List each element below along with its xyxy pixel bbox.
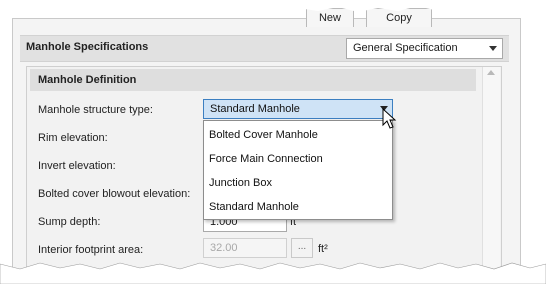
structure-type-label: Manhole structure type: [38, 104, 153, 116]
footprint-area-input: 32.00 [203, 238, 287, 258]
scroll-up-icon[interactable] [487, 70, 495, 75]
blowout-elevation-label: Bolted cover blowout elevation: [38, 188, 191, 200]
footprint-area-value: 32.00 [210, 242, 238, 254]
option-junction-box[interactable]: Junction Box [209, 177, 272, 189]
spec-section-header: Manhole Specifications General Specifica… [20, 35, 509, 62]
definition-title: Manhole Definition [38, 74, 137, 86]
vertical-scrollbar[interactable] [482, 67, 500, 272]
specification-dropdown[interactable]: General Specification [346, 38, 503, 59]
chevron-down-icon[interactable] [489, 46, 497, 51]
invert-elevation-label: Invert elevation: [38, 160, 116, 172]
sump-depth-label: Sump depth: [38, 216, 101, 228]
structure-type-selected: Standard Manhole [210, 103, 300, 115]
footprint-browse-button[interactable]: ... [291, 238, 313, 258]
option-force-main-connection[interactable]: Force Main Connection [209, 153, 323, 165]
spec-section-title: Manhole Specifications [26, 41, 149, 53]
mouse-cursor-icon [382, 108, 397, 129]
option-standard-manhole[interactable]: Standard Manhole [209, 201, 299, 213]
footprint-area-unit: ft² [318, 243, 328, 255]
torn-bottom-edge [0, 262, 546, 284]
structure-type-combo[interactable]: Standard Manhole [203, 99, 393, 119]
structure-type-dropdown-list: Bolted Cover Manhole Force Main Connecti… [203, 120, 393, 220]
specification-dropdown-value: General Specification [353, 42, 458, 54]
footprint-area-label: Interior footprint area: [38, 244, 144, 256]
definition-header: Manhole Definition [30, 69, 476, 91]
option-bolted-cover-manhole[interactable]: Bolted Cover Manhole [209, 129, 318, 141]
torn-top-overlay [0, 0, 546, 12]
rim-elevation-label: Rim elevation: [38, 132, 108, 144]
